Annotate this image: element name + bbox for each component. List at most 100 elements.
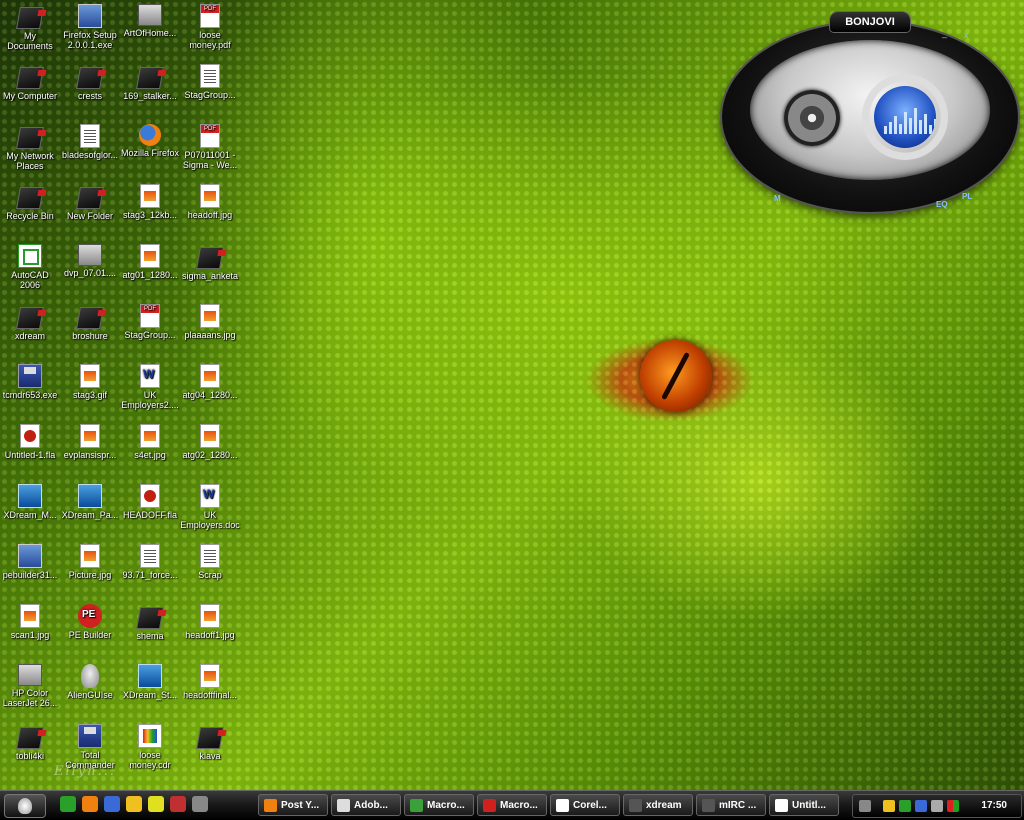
minimize-button[interactable]: _ bbox=[942, 28, 947, 38]
desktop-icon[interactable]: evplansispr... bbox=[60, 424, 120, 460]
eq-button[interactable]: EQ bbox=[936, 200, 948, 209]
desktop-icon[interactable]: Untitled-1.fla bbox=[0, 424, 60, 460]
desktop-icon-label: My Documents bbox=[7, 31, 53, 51]
desktop-icon-label: 93.71_force... bbox=[122, 570, 178, 580]
desktop-icon[interactable]: My Network Places bbox=[0, 124, 60, 171]
windows-flag-icon[interactable] bbox=[947, 800, 959, 812]
desktop-icon[interactable]: tcmdr653.exe bbox=[0, 364, 60, 400]
taskbar-button[interactable]: mIRC ... bbox=[696, 794, 766, 816]
desktop-icon[interactable]: loose money.cdr bbox=[120, 724, 180, 770]
desktop-icon[interactable]: PE Builder bbox=[60, 604, 120, 640]
desktop-icon[interactable]: bladesofglor... bbox=[60, 124, 120, 160]
desktop-icon-label: My Network Places bbox=[6, 151, 54, 171]
taskbar-button-label: Post Y... bbox=[281, 800, 320, 811]
taskbar-button[interactable]: Macro... bbox=[477, 794, 547, 816]
desktop-icon[interactable]: 169_stalker... bbox=[120, 64, 180, 101]
desktop-icon[interactable]: atg02_1280... bbox=[180, 424, 240, 460]
desktop-icon[interactable]: StagGroup... bbox=[180, 64, 240, 100]
desktop-icon[interactable]: HEADOFF.fla bbox=[120, 484, 180, 520]
desktop-icon-label: Untitled-1.fla bbox=[4, 450, 56, 460]
desktop-icon[interactable]: 93.71_force... bbox=[120, 544, 180, 580]
desktop-icon[interactable]: xdream bbox=[0, 304, 60, 341]
img-icon bbox=[200, 184, 220, 208]
desktop-icon[interactable]: pebuilder31... bbox=[0, 544, 60, 580]
tool-icon[interactable] bbox=[170, 796, 186, 812]
desktop-icon[interactable]: XDream_Pa... bbox=[60, 484, 120, 520]
spectrum-bar bbox=[889, 122, 892, 134]
spectrum-bar bbox=[904, 112, 907, 134]
desktop-icon[interactable]: Firefox Setup 2.0.0.1.exe bbox=[60, 4, 120, 50]
woofer-icon[interactable] bbox=[784, 90, 840, 146]
desktop-icon[interactable]: XDream_M... bbox=[0, 484, 60, 520]
desktop-icon[interactable]: UK Employers2.... bbox=[120, 364, 180, 410]
desktop-icon[interactable]: stag3_12kb... bbox=[120, 184, 180, 220]
media-icon[interactable] bbox=[148, 796, 164, 812]
taskbar-button[interactable]: Untitl... bbox=[769, 794, 839, 816]
desktop-icon[interactable]: headoff1.jpg bbox=[180, 604, 240, 640]
desktop-icon[interactable] bbox=[104, 796, 120, 812]
app-icon bbox=[337, 799, 350, 812]
playlist-button[interactable]: PL bbox=[962, 192, 972, 201]
media-player-widget[interactable]: BONJOVI _ x M EQ PL bbox=[722, 12, 1018, 212]
desktop-icon[interactable]: scan1.jpg bbox=[0, 604, 60, 640]
close-button[interactable]: x bbox=[964, 30, 969, 40]
m-button[interactable]: M bbox=[774, 194, 781, 203]
desktop-icon[interactable]: stag3.gif bbox=[60, 364, 120, 400]
desktop-icon-label: New Folder bbox=[66, 211, 113, 221]
spectrum-bar bbox=[884, 126, 887, 134]
desktop-icon[interactable]: New Folder bbox=[60, 184, 120, 221]
taskbar-button[interactable]: xdream bbox=[623, 794, 693, 816]
desktop-icon[interactable]: Scrap bbox=[180, 544, 240, 580]
player-title[interactable]: BONJOVI bbox=[830, 12, 910, 32]
desktop-icon[interactable]: My Computer bbox=[0, 64, 60, 101]
start-button[interactable] bbox=[4, 794, 46, 818]
ie-icon[interactable] bbox=[60, 796, 76, 812]
img-icon bbox=[140, 424, 160, 448]
firefox-icon[interactable] bbox=[82, 796, 98, 812]
desktop-icon[interactable]: P07011001 - Sigma - We... bbox=[180, 124, 240, 170]
desktop-icon[interactable]: s4et.jpg bbox=[120, 424, 180, 460]
desktop-icon[interactable]: HP Color LaserJet 26... bbox=[0, 664, 60, 708]
clock[interactable]: 17:50 bbox=[981, 795, 1007, 817]
desktop-icon[interactable]: sigma_anketa bbox=[180, 244, 240, 281]
console-icon[interactable] bbox=[192, 796, 208, 812]
desktop-icon[interactable]: Mozilla Firefox bbox=[120, 124, 180, 158]
messenger-icon[interactable] bbox=[883, 800, 895, 812]
desktop-icon[interactable]: XDream_St... bbox=[120, 664, 180, 700]
desktop-icon[interactable]: StagGroup... bbox=[120, 304, 180, 340]
flash-icon[interactable] bbox=[126, 796, 142, 812]
volume-icon[interactable] bbox=[859, 800, 871, 812]
desktop-icon[interactable]: My Documents bbox=[0, 4, 60, 51]
desktop-icon[interactable]: atg01_1280... bbox=[120, 244, 180, 280]
taskbar-button[interactable]: Adob... bbox=[331, 794, 401, 816]
desktop-icon[interactable]: atg04_1280... bbox=[180, 364, 240, 400]
desktop-icon[interactable]: crests bbox=[60, 64, 120, 101]
desktop-icon[interactable]: UK Employers.doc bbox=[180, 484, 240, 530]
firefox-icon bbox=[139, 124, 161, 146]
spectrum-bars bbox=[884, 108, 936, 134]
taskbar-button[interactable]: Post Y... bbox=[258, 794, 328, 816]
network-icon[interactable] bbox=[899, 800, 911, 812]
taskbar-button[interactable]: Macro... bbox=[404, 794, 474, 816]
desktop-icon[interactable]: ArtOfHome... bbox=[120, 4, 180, 38]
desktop-icon[interactable]: AutoCAD 2006 bbox=[0, 244, 60, 290]
taskbar-button[interactable]: Corel... bbox=[550, 794, 620, 816]
desktop-icon[interactable]: headoff.jpg bbox=[180, 184, 240, 220]
monitor-icon[interactable] bbox=[915, 800, 927, 812]
desktop-icon[interactable]: Recycle Bin bbox=[0, 184, 60, 221]
security-icon[interactable] bbox=[931, 800, 943, 812]
desktop-icon[interactable]: plaaaans.jpg bbox=[180, 304, 240, 340]
desktop-icon[interactable]: Picture.jpg bbox=[60, 544, 120, 580]
pdf-icon bbox=[140, 304, 160, 328]
desktop-icon[interactable]: dvp_07.01.... bbox=[60, 244, 120, 278]
desktop-icon[interactable]: headofffinal... bbox=[180, 664, 240, 700]
desktop-icon[interactable]: loose money.pdf bbox=[180, 4, 240, 50]
desktop-icon[interactable]: shema bbox=[120, 604, 180, 641]
visualizer-display[interactable] bbox=[874, 86, 936, 148]
desktop-icon[interactable]: klava bbox=[180, 724, 240, 761]
desktop-icon-label: plaaaans.jpg bbox=[184, 330, 236, 340]
taskbar: Post Y... Adob... Macro... Macro... Corel...… bbox=[0, 790, 1024, 820]
desktop-icon[interactable]: tobli4ki bbox=[0, 724, 60, 761]
desktop-icon[interactable]: AlienGUIse bbox=[60, 664, 120, 700]
desktop-icon[interactable]: broshure bbox=[60, 304, 120, 341]
